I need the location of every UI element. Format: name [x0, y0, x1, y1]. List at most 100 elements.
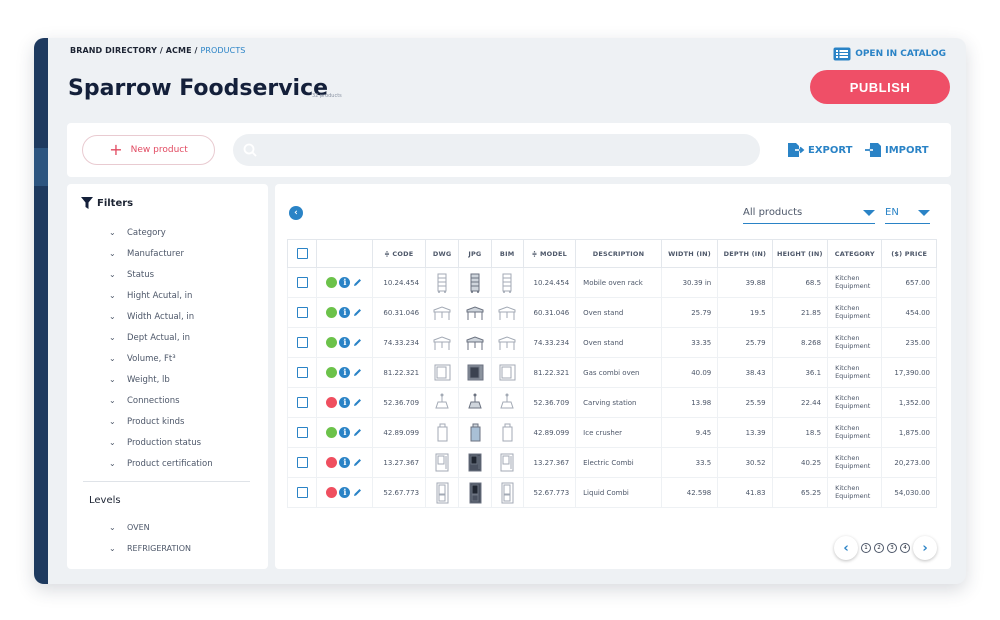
- row-checkbox[interactable]: [296, 457, 308, 468]
- dwg-cell[interactable]: [425, 327, 460, 358]
- jpg-cell[interactable]: [458, 357, 492, 388]
- page-number[interactable]: 1: [861, 543, 871, 553]
- export-button[interactable]: EXPORT: [787, 142, 852, 158]
- code-header[interactable]: ≑ CODE: [371, 239, 427, 268]
- filter-item[interactable]: ⌄ Production status: [109, 432, 213, 453]
- dwg-cell[interactable]: [425, 447, 460, 478]
- breadcrumb-acme[interactable]: ACME /: [166, 46, 201, 55]
- pencil-icon[interactable]: [353, 458, 362, 467]
- table-row[interactable]: i 10.24.454 10.24.454 Mobile oven rack 30.39…: [286, 267, 937, 298]
- dwg-cell[interactable]: [425, 477, 460, 508]
- page-number[interactable]: 4: [900, 543, 910, 553]
- bim-cell[interactable]: [490, 357, 524, 388]
- row-checkbox[interactable]: [296, 337, 308, 348]
- language-select[interactable]: EN: [885, 202, 930, 224]
- dwg-cell[interactable]: [425, 297, 460, 328]
- jpg-cell[interactable]: [458, 297, 492, 328]
- open-in-catalog-link[interactable]: OPEN IN CATALOG: [833, 47, 946, 61]
- row-checkbox[interactable]: [296, 277, 308, 288]
- table-row[interactable]: i 81.22.321 81.22.321 Gas combi oven 40.09 38…: [286, 357, 937, 388]
- pencil-icon[interactable]: [353, 488, 362, 497]
- new-product-button[interactable]: + New product: [82, 135, 215, 165]
- pencil-icon[interactable]: [353, 338, 362, 347]
- dwg-cell[interactable]: [425, 267, 460, 298]
- table-row[interactable]: i 74.33.234 74.33.234 Oven stand 33.35 25.79 8…: [286, 327, 937, 358]
- next-page-chevron-icon[interactable]: ›: [913, 536, 937, 560]
- dwg-cell[interactable]: [425, 387, 460, 418]
- breadcrumb-brand-directory[interactable]: BRAND DIRECTORY /: [70, 46, 166, 55]
- filter-item[interactable]: ⌄ Category: [109, 222, 213, 243]
- info-icon[interactable]: i: [339, 307, 351, 318]
- jpg-cell[interactable]: [458, 477, 492, 508]
- category-cell: Kitchen Equipment: [827, 477, 883, 508]
- info-icon[interactable]: i: [339, 397, 351, 408]
- pencil-icon[interactable]: [353, 428, 362, 437]
- model-cell: 10.24.454: [522, 267, 577, 298]
- filter-item[interactable]: ⌄ Weight, lb: [109, 369, 213, 390]
- info-icon[interactable]: i: [339, 427, 351, 438]
- row-checkbox[interactable]: [296, 487, 308, 498]
- row-actions-cell: i: [316, 297, 373, 328]
- bim-cell[interactable]: [490, 417, 524, 448]
- row-checkbox[interactable]: [296, 427, 308, 438]
- bim-cell[interactable]: [490, 477, 524, 508]
- page-number[interactable]: 2: [874, 543, 884, 553]
- width-cell: 33.5: [660, 447, 719, 478]
- bim-cell[interactable]: [490, 327, 524, 358]
- filter-item[interactable]: ⌄ Connections: [109, 390, 213, 411]
- filter-item[interactable]: ⌄ Manufacturer: [109, 243, 213, 264]
- description-cell: Electric Combi: [575, 447, 662, 478]
- info-icon[interactable]: i: [339, 337, 351, 348]
- jpg-cell[interactable]: [458, 447, 492, 478]
- bim-cell[interactable]: [490, 267, 524, 298]
- bim-cell[interactable]: [490, 387, 524, 418]
- model-header[interactable]: ≑ MODEL: [522, 239, 577, 268]
- back-chevron-icon[interactable]: ‹: [289, 206, 303, 220]
- filter-item[interactable]: ⌄ Product kinds: [109, 411, 213, 432]
- table-row[interactable]: i 52.36.709 52.36.709 Carving station 13.98 2…: [286, 387, 937, 418]
- dwg-cell[interactable]: [425, 357, 460, 388]
- select-all-checkbox[interactable]: [296, 248, 308, 259]
- publish-button[interactable]: PUBLISH: [810, 70, 950, 104]
- level-item[interactable]: ⌄ OVEN: [109, 517, 191, 538]
- filter-item[interactable]: ⌄ Status: [109, 264, 213, 285]
- filter-item[interactable]: ⌄ Dept Actual, in: [109, 327, 213, 348]
- row-actions-cell: i: [316, 357, 373, 388]
- pencil-icon[interactable]: [353, 398, 362, 407]
- import-button[interactable]: IMPORT: [864, 142, 929, 158]
- sidebar-active-segment[interactable]: [34, 148, 48, 186]
- dwg-cell[interactable]: [425, 417, 460, 448]
- jpg-cell[interactable]: [458, 417, 492, 448]
- jpg-cell[interactable]: [458, 267, 492, 298]
- jpg-cell[interactable]: [458, 327, 492, 358]
- prev-page-chevron-icon[interactable]: ‹: [834, 536, 858, 560]
- info-icon[interactable]: i: [339, 277, 351, 288]
- jpg-cell[interactable]: [458, 387, 492, 418]
- level-item[interactable]: ⌄ REFRIGERATION: [109, 538, 191, 559]
- pencil-icon[interactable]: [353, 278, 362, 287]
- filter-item[interactable]: ⌄ Hight Acutal, in: [109, 285, 213, 306]
- table-row[interactable]: i 13.27.367 13.27.367 Electric Combi 33.5 30.…: [286, 447, 937, 478]
- table-row[interactable]: i 60.31.046 60.31.046 Oven stand 25.79 19.5 21…: [286, 297, 937, 328]
- table-row[interactable]: i 42.89.099 42.89.099 Ice crusher 9.45 13.39 1…: [286, 417, 937, 448]
- info-icon[interactable]: i: [339, 367, 351, 378]
- page-number[interactable]: 3: [887, 543, 897, 553]
- bim-cell[interactable]: [490, 447, 524, 478]
- pencil-icon[interactable]: [353, 368, 362, 377]
- pencil-icon[interactable]: [353, 308, 362, 317]
- bim-cell[interactable]: [490, 297, 524, 328]
- row-checkbox[interactable]: [296, 307, 308, 318]
- table-row[interactable]: i 52.67.773 52.67.773 Liquid Combi 42.598 41.…: [286, 477, 937, 508]
- row-checkbox[interactable]: [296, 367, 308, 378]
- row-checkbox[interactable]: [296, 397, 308, 408]
- info-icon[interactable]: i: [339, 487, 351, 498]
- filter-item[interactable]: ⌄ Volume, Ft³: [109, 348, 213, 369]
- product-filter-select[interactable]: All products: [743, 202, 875, 224]
- code-cell: 52.36.709: [371, 387, 427, 418]
- price-cell: 454.00: [881, 297, 937, 328]
- filter-item[interactable]: ⌄ Product certification: [109, 453, 213, 474]
- filter-item[interactable]: ⌄ Width Actual, in: [109, 306, 213, 327]
- height-cell: 65.25: [771, 477, 829, 508]
- info-icon[interactable]: i: [339, 457, 351, 468]
- search-input[interactable]: [233, 134, 760, 166]
